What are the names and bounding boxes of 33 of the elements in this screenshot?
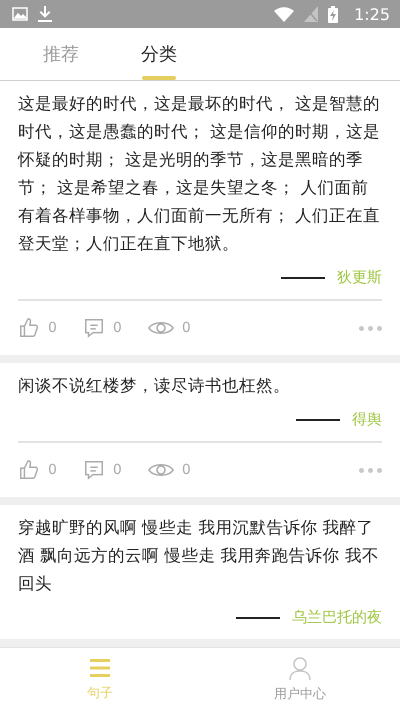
category-tab[interactable]: 推荐 (12, 28, 110, 80)
like-button[interactable]: 0 (18, 317, 57, 339)
views-button[interactable]: 0 (148, 460, 191, 480)
download-icon (38, 6, 52, 22)
battery-charging-icon (328, 6, 338, 22)
user-icon (288, 656, 312, 680)
author-name: 得舆 (352, 410, 382, 429)
comment-icon (82, 459, 105, 481)
author-name: 乌兰巴托的夜 (292, 608, 382, 627)
nav-tab[interactable]: 用户中心 (200, 648, 400, 710)
quote-text: 这是最好的时代，这是最坏的时代， 这是智慧的时代，这是愚蠢的时代； 这是信仰的时期，这是怀疑的时期； 这是光明的季节，这是黑暗的季节； 这是希望之春，这是失望之冬； 人们面前有着各样事物，人们面前一无所有； 人们正在直登天堂；人们正在直下地狱。 (18, 93, 382, 255)
nav-tab[interactable]: 句子 (0, 648, 200, 710)
quote-text: 穿越旷野的风啊 慢些走 我用沉默告诉你 我醉了酒 飘向远方的云啊 慢些走 我用奔跑告诉你 我不回头 (18, 517, 380, 595)
comment-icon (82, 317, 105, 339)
image-icon (12, 7, 28, 21)
more-button[interactable] (359, 326, 382, 330)
no-signal-icon (304, 6, 318, 22)
author-name: 狄更斯 (337, 268, 382, 287)
status-time: 1:25 (354, 4, 390, 24)
dash-line (281, 276, 325, 278)
quote-text: 闲谈不说红楼梦，读尽诗书也枉然。 (18, 375, 291, 397)
like-button[interactable]: 0 (18, 459, 57, 481)
comment-button[interactable]: 0 (82, 317, 122, 339)
thumbs-up-icon (18, 317, 40, 339)
dash-line (236, 616, 280, 618)
comment-button[interactable]: 0 (82, 459, 122, 481)
more-button[interactable] (359, 468, 382, 472)
thumbs-up-icon (18, 459, 40, 481)
wifi-icon (274, 6, 294, 22)
dash-line (296, 418, 340, 420)
category-tab[interactable]: 分类 (110, 28, 208, 80)
list-icon (88, 656, 112, 678)
views-button[interactable]: 0 (148, 318, 191, 338)
